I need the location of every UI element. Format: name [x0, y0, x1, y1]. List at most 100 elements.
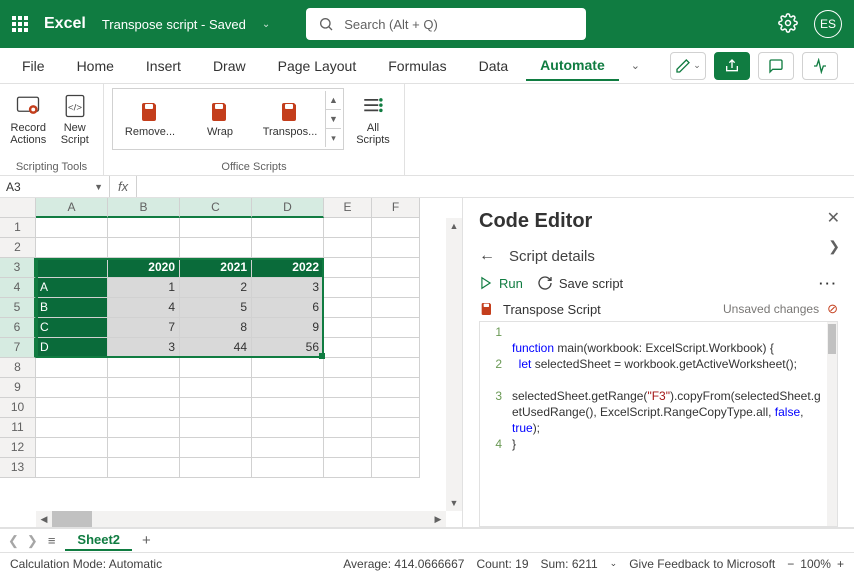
row-header[interactable]: 2 — [0, 238, 36, 258]
office-scripts-label: Office Scripts — [112, 159, 396, 173]
cell[interactable]: 9 — [252, 318, 324, 338]
share-button[interactable] — [714, 52, 750, 80]
gallery-item-wrap[interactable]: Wrap — [185, 100, 255, 138]
gallery-up-icon[interactable]: ▲ — [326, 91, 341, 110]
col-header[interactable]: D — [252, 198, 324, 218]
more-actions-icon[interactable]: ··· — [819, 276, 838, 291]
row-header[interactable]: 7 — [0, 338, 36, 358]
tab-overflow-icon[interactable]: ⌄ — [623, 59, 648, 72]
col-header[interactable]: A — [36, 198, 108, 218]
row-header[interactable]: 1 — [0, 218, 36, 238]
search-input[interactable]: Search (Alt + Q) — [306, 8, 586, 40]
cell[interactable]: 5 — [180, 298, 252, 318]
row-header[interactable]: 5 — [0, 298, 36, 318]
status-sum: Sum: 6211 — [541, 557, 598, 571]
comments-button[interactable] — [758, 52, 794, 80]
tab-insert[interactable]: Insert — [132, 52, 195, 80]
col-header[interactable]: E — [324, 198, 372, 218]
name-box[interactable]: A3▼ — [0, 176, 110, 197]
tab-automate[interactable]: Automate — [526, 51, 619, 81]
scripting-tools-label: Scripting Tools — [8, 159, 95, 173]
new-script-label: New Script — [57, 122, 94, 146]
row-header[interactable]: 12 — [0, 438, 36, 458]
tab-draw[interactable]: Draw — [199, 52, 260, 80]
all-scripts-label: All Scripts — [352, 122, 394, 146]
col-header[interactable]: B — [108, 198, 180, 218]
avatar[interactable]: ES — [814, 10, 842, 38]
cell[interactable]: D — [36, 338, 108, 358]
sheet-tab[interactable]: Sheet2 — [65, 530, 132, 551]
expand-chevron-icon[interactable]: ❯ — [828, 238, 840, 255]
script-icon — [479, 301, 495, 317]
row-header[interactable]: 9 — [0, 378, 36, 398]
tab-data[interactable]: Data — [465, 52, 523, 80]
add-sheet-button[interactable]: + — [142, 532, 151, 549]
cell[interactable]: 2 — [180, 278, 252, 298]
cell[interactable]: 4 — [108, 298, 180, 318]
feedback-link[interactable]: Give Feedback to Microsoft — [629, 557, 775, 571]
status-sum-chevron-icon[interactable]: ⌄ — [610, 558, 618, 569]
cell[interactable]: 2020 — [108, 258, 180, 278]
tab-formulas[interactable]: Formulas — [374, 52, 460, 80]
new-script-button[interactable]: </> New Script — [55, 88, 96, 150]
horizontal-scrollbar[interactable]: ◀▶ — [36, 511, 446, 527]
row-header[interactable]: 8 — [0, 358, 36, 378]
sheet-next-icon[interactable]: ❯ — [27, 533, 38, 549]
select-all-corner[interactable] — [0, 198, 36, 218]
run-button[interactable]: Run — [479, 276, 523, 291]
cell[interactable]: 7 — [108, 318, 180, 338]
row-header[interactable]: 10 — [0, 398, 36, 418]
tab-home[interactable]: Home — [63, 52, 128, 80]
col-header[interactable]: F — [372, 198, 420, 218]
app-launcher-icon[interactable] — [12, 16, 28, 32]
cell[interactable] — [36, 258, 108, 278]
tab-file[interactable]: File — [8, 52, 59, 80]
gallery-item-remove[interactable]: Remove... — [115, 100, 185, 138]
formula-input[interactable] — [137, 176, 854, 197]
activity-button[interactable] — [802, 52, 838, 80]
cell[interactable]: A — [36, 278, 108, 298]
cell[interactable]: 2021 — [180, 258, 252, 278]
fx-icon[interactable]: fx — [110, 176, 137, 197]
sheet-list-icon[interactable]: ≡ — [48, 533, 56, 548]
title-chevron-icon[interactable]: ⌄ — [262, 19, 270, 30]
cell[interactable]: C — [36, 318, 108, 338]
cell[interactable]: 6 — [252, 298, 324, 318]
row-header[interactable]: 13 — [0, 458, 36, 478]
row-header[interactable]: 11 — [0, 418, 36, 438]
row-header[interactable]: 4 — [0, 278, 36, 298]
cell[interactable]: 1 — [108, 278, 180, 298]
row-header[interactable]: 3 — [0, 258, 36, 278]
gallery-down-icon[interactable]: ▼ — [326, 110, 341, 129]
app-name: Excel — [44, 15, 86, 33]
back-arrow-icon[interactable]: ← — [479, 247, 495, 265]
cell[interactable]: 56 — [252, 338, 324, 358]
tab-page-layout[interactable]: Page Layout — [264, 52, 371, 80]
scripts-gallery[interactable]: Remove... Wrap Transpos... ▲▼▾ — [112, 88, 344, 150]
col-header[interactable]: C — [180, 198, 252, 218]
search-icon — [318, 16, 334, 32]
cell[interactable]: 3 — [252, 278, 324, 298]
zoom-in-button[interactable]: + — [837, 557, 844, 571]
save-script-button[interactable]: Save script — [537, 275, 623, 291]
cell[interactable]: B — [36, 298, 108, 318]
zoom-out-button[interactable]: − — [787, 557, 794, 571]
record-actions-button[interactable]: Record Actions — [8, 88, 49, 150]
code-scrollbar[interactable] — [827, 322, 837, 526]
editing-mode-button[interactable]: ⌄ — [670, 52, 706, 80]
status-count: Count: 19 — [476, 557, 528, 571]
code-editor[interactable]: 1 2 3 4 function main(workbook: ExcelScr… — [479, 321, 838, 527]
cell[interactable]: 3 — [108, 338, 180, 358]
sheet-prev-icon[interactable]: ❮ — [8, 533, 19, 549]
settings-icon[interactable] — [778, 13, 798, 36]
vertical-scrollbar[interactable]: ▲▼ — [446, 218, 462, 511]
all-scripts-button[interactable]: All Scripts — [350, 88, 396, 150]
gallery-more-icon[interactable]: ▾ — [326, 129, 341, 147]
cell[interactable]: 8 — [180, 318, 252, 338]
cell[interactable]: 44 — [180, 338, 252, 358]
row-header[interactable]: 6 — [0, 318, 36, 338]
document-title[interactable]: Transpose script - Saved — [102, 17, 246, 32]
gallery-item-transpose[interactable]: Transpos... — [255, 100, 325, 138]
close-icon[interactable]: ✕ — [827, 208, 840, 228]
cell[interactable]: 2022 — [252, 258, 324, 278]
